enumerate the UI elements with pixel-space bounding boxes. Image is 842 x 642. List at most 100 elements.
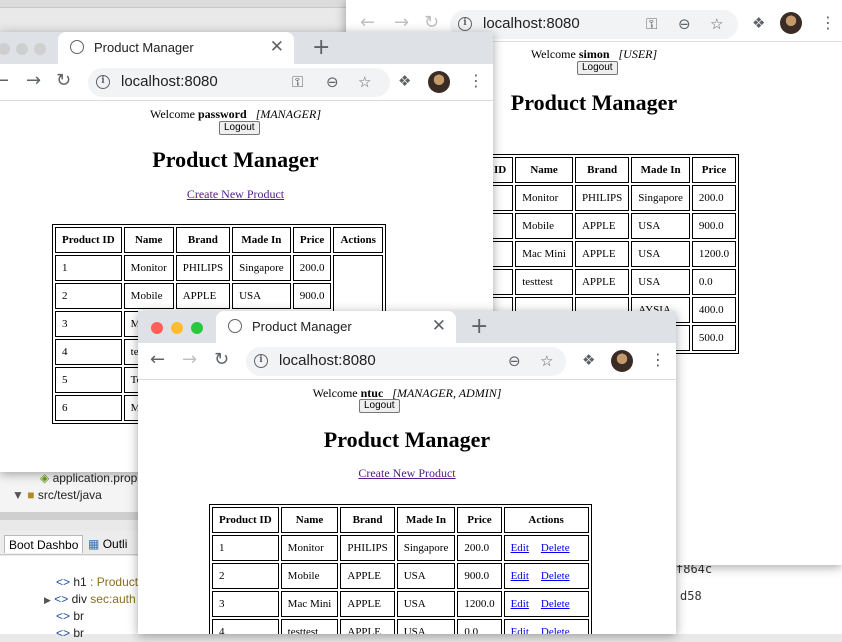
chevron-down-icon: ▼: [12, 488, 24, 502]
actions-cell: Edit Delete: [503, 619, 589, 634]
back-icon[interactable]: ←: [0, 69, 9, 93]
delete-link[interactable]: Delete: [541, 598, 570, 610]
minimize-window-icon[interactable]: [171, 322, 183, 334]
extensions-icon[interactable]: ❖: [582, 349, 595, 371]
table-header-row: Product ID Name Brand Made In Price Actions: [212, 507, 589, 533]
outline-view: <> h1 : Product ▶ <> div sec:auth <> br …: [0, 556, 140, 640]
maximize-window-icon[interactable]: [34, 43, 46, 55]
reload-icon[interactable]: ↻: [214, 348, 229, 372]
key-icon[interactable]: ⚿: [646, 13, 657, 35]
address-bar[interactable]: i localhost:8080 ⚿ ⊖ ☆: [88, 68, 390, 97]
table-row: 2 Mobile APPLE USA 900.0 Edit Delete: [212, 563, 589, 589]
column-header: Actions: [503, 507, 589, 533]
key-icon[interactable]: ⚿: [292, 71, 303, 93]
tab-product-manager[interactable]: Product Manager ✕: [216, 311, 456, 343]
outline-item[interactable]: <> br: [56, 608, 84, 625]
table-cell: 2: [212, 563, 279, 589]
menu-icon[interactable]: ⋮: [820, 12, 836, 34]
outline-item[interactable]: ▶ <> div sec:auth: [44, 591, 136, 608]
create-product-link[interactable]: Create New Product: [138, 466, 676, 481]
table-cell: testtest: [280, 619, 339, 634]
avatar[interactable]: [780, 12, 802, 34]
menu-icon[interactable]: ⋮: [468, 70, 484, 92]
tab-outline[interactable]: ▦ Outli: [84, 535, 131, 553]
star-icon[interactable]: ☆: [710, 13, 723, 35]
edit-link[interactable]: Edit: [511, 570, 529, 582]
table-cell: Mobile: [123, 283, 174, 309]
delete-link[interactable]: Delete: [541, 542, 570, 554]
edit-link[interactable]: Edit: [511, 626, 529, 634]
outline-item[interactable]: <> h1 : Product: [56, 574, 138, 591]
extensions-icon[interactable]: ❖: [398, 70, 411, 92]
table-cell: 3: [212, 591, 279, 617]
welcome-label: Welcome: [312, 386, 358, 400]
user-roles: [MANAGER, ADMIN]: [392, 386, 502, 400]
table-cell: APPLE: [574, 269, 630, 295]
tree-item-folder[interactable]: ▼ ■ src/test/java: [12, 487, 102, 504]
logout-button[interactable]: Logout: [577, 61, 618, 75]
tab-strip: Product Manager ✕ +: [0, 32, 493, 64]
table-cell: 1200.0: [691, 241, 737, 267]
project-tree: ◈ application.prop ▼ ■ src/test/java: [0, 468, 140, 512]
username: ntuc: [360, 386, 384, 400]
star-icon[interactable]: ☆: [358, 71, 371, 93]
page-title: Product Manager: [152, 147, 319, 172]
edit-link[interactable]: Edit: [511, 598, 529, 610]
table-cell: USA: [631, 213, 690, 239]
table-row: testtest APPLE USA 0.0: [487, 269, 737, 295]
forward-icon[interactable]: →: [182, 348, 197, 372]
info-icon[interactable]: i: [96, 75, 110, 89]
table-cell: Mobile: [280, 563, 339, 589]
table-cell: 1: [212, 535, 279, 561]
zoom-icon[interactable]: ⊖: [508, 350, 521, 372]
close-icon[interactable]: ✕: [432, 316, 446, 336]
address-bar[interactable]: i localhost:8080 ⊖ ☆: [246, 347, 566, 376]
table-cell: 900.0: [457, 563, 502, 589]
extensions-icon[interactable]: ❖: [752, 12, 765, 34]
table-row: Mac Mini APPLE USA 1200.0: [487, 241, 737, 267]
back-icon[interactable]: ←: [150, 348, 165, 372]
edit-link[interactable]: Edit: [511, 542, 529, 554]
forward-icon[interactable]: →: [26, 69, 41, 93]
element-icon: <>: [56, 626, 71, 640]
zoom-icon[interactable]: ⊖: [326, 71, 339, 93]
table-cell: APPLE: [574, 241, 630, 267]
close-window-icon[interactable]: [151, 322, 163, 334]
column-header: Brand: [574, 157, 630, 183]
zoom-icon[interactable]: ⊖: [678, 13, 691, 35]
address-bar[interactable]: i localhost:8080 ⚿ ⊖ ☆: [450, 10, 738, 39]
tab-boot-dashboard[interactable]: Boot Dashbo: [4, 535, 84, 553]
reload-icon[interactable]: ↻: [56, 69, 71, 93]
info-icon[interactable]: i: [458, 17, 472, 31]
avatar[interactable]: [611, 350, 633, 372]
tab-product-manager[interactable]: Product Manager ✕: [58, 32, 294, 64]
delete-link[interactable]: Delete: [541, 570, 570, 582]
table-row: 1 Monitor PHILIPS Singapore 200.0 Edit Delete: [212, 535, 589, 561]
table-cell: 1: [55, 255, 122, 281]
table-row: 4 testtest APPLE USA 0.0 Edit Delete: [212, 619, 589, 634]
table-cell: 200.0: [292, 255, 332, 281]
tab-title: Product Manager: [252, 319, 352, 334]
logout-button[interactable]: Logout: [219, 121, 260, 135]
avatar[interactable]: [428, 71, 450, 93]
table-cell: 3: [55, 311, 122, 337]
star-icon[interactable]: ☆: [540, 350, 553, 372]
close-window-icon[interactable]: [0, 43, 10, 55]
close-icon[interactable]: ✕: [270, 37, 284, 57]
page-content: Welcome ntuc [MANAGER, ADMIN] Logout Pro…: [138, 380, 676, 634]
tree-item-file[interactable]: ◈ application.prop: [40, 470, 137, 487]
table-cell: 6: [55, 395, 122, 421]
user-roles: [USER]: [618, 47, 658, 61]
welcome-label: Welcome: [530, 47, 576, 61]
info-icon[interactable]: i: [254, 354, 268, 368]
new-tab-icon[interactable]: +: [470, 314, 488, 340]
table-row: Monitor PHILIPS Singapore 200.0: [487, 185, 737, 211]
new-tab-icon[interactable]: +: [312, 35, 330, 61]
maximize-window-icon[interactable]: [191, 322, 203, 334]
minimize-window-icon[interactable]: [16, 43, 28, 55]
logout-button[interactable]: Logout: [359, 399, 400, 413]
menu-icon[interactable]: ⋮: [650, 349, 666, 371]
actions-cell: Edit Delete: [503, 535, 589, 561]
delete-link[interactable]: Delete: [541, 626, 570, 634]
create-product-link[interactable]: Create New Product: [0, 187, 493, 202]
